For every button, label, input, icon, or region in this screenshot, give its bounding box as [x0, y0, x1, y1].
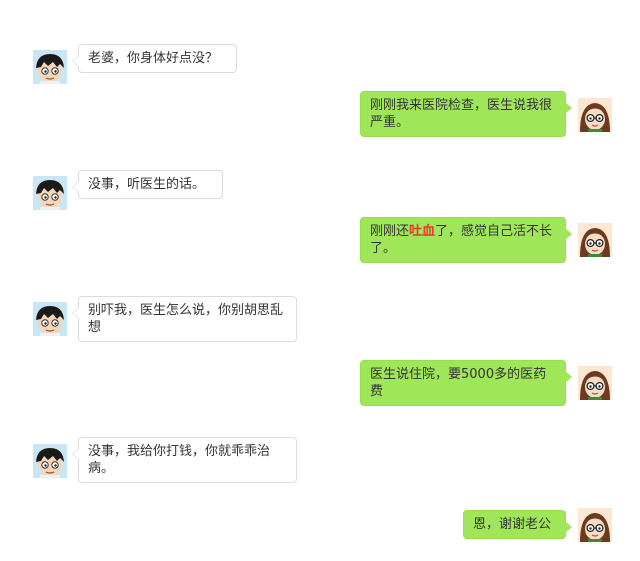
message-text: 刚刚我来医院检查，医生说我很严重。: [370, 98, 553, 130]
message-text: 别吓我，医生怎么说，你别胡思乱想: [88, 303, 284, 335]
message-bubble-sent: 刚刚我来医院检查，医生说我很严重。: [360, 91, 572, 137]
message-text: 恩，谢谢老公: [473, 517, 552, 532]
wife-avatar-icon[interactable]: [578, 366, 612, 400]
message-text: 没事，我给你打钱，你就乖乖治病。: [88, 444, 271, 476]
message-text-before: 刚刚还: [370, 224, 410, 239]
wife-avatar-icon[interactable]: [578, 98, 612, 132]
message-bubble-received: 老婆，你身体好点没？: [72, 44, 237, 73]
highlighted-text: 吐血: [409, 224, 436, 239]
husband-avatar-icon[interactable]: [33, 444, 67, 478]
message-bubble-received: 别吓我，医生怎么说，你别胡思乱想: [72, 296, 297, 342]
wife-avatar-icon[interactable]: [578, 223, 612, 257]
husband-avatar-icon[interactable]: [33, 176, 67, 210]
message-bubble-sent: 刚刚还吐血了，感觉自己活不长了。: [360, 217, 572, 263]
husband-avatar-icon[interactable]: [33, 302, 67, 336]
wife-avatar-icon[interactable]: [578, 508, 612, 542]
message-bubble-received: 没事，我给你打钱，你就乖乖治病。: [72, 437, 297, 483]
message-bubble-received: 没事，听医生的话。: [72, 170, 223, 199]
message-text: 医生说住院，要5000多的医药费: [370, 367, 547, 399]
message-bubble-sent: 医生说住院，要5000多的医药费: [360, 360, 572, 406]
husband-avatar-icon[interactable]: [33, 50, 67, 84]
message-text: 老婆，你身体好点没？: [88, 51, 219, 66]
message-bubble-sent: 恩，谢谢老公: [463, 510, 572, 539]
message-text: 没事，听医生的话。: [88, 177, 206, 192]
